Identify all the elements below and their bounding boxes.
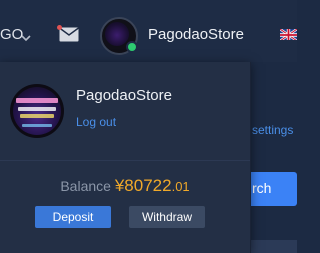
settings-link[interactable]: settings <box>252 123 293 137</box>
notification-dot <box>57 25 62 30</box>
search-button[interactable]: rch <box>246 172 297 206</box>
top-navbar: GO PagodaoStore <box>0 0 297 62</box>
chevron-down-icon[interactable] <box>21 29 31 47</box>
language-selector[interactable]: GO <box>0 26 23 43</box>
mail-icon[interactable] <box>57 25 79 47</box>
withdraw-button[interactable]: Withdraw <box>129 206 205 228</box>
balance-display: Balance ¥80722.01 <box>0 176 250 196</box>
balance-amount: 80722 <box>124 176 172 195</box>
uk-flag-icon[interactable] <box>280 28 297 40</box>
search-button-label: rch <box>252 180 272 196</box>
username-label[interactable]: PagodaoStore <box>148 26 244 43</box>
avatar-image <box>105 22 129 46</box>
logout-link[interactable]: Log out <box>76 115 116 129</box>
deposit-button[interactable]: Deposit <box>35 206 111 228</box>
currency-symbol: ¥ <box>114 176 125 195</box>
profile-name: PagodaoStore <box>76 87 172 104</box>
online-status-icon <box>126 41 138 53</box>
balance-label: Balance <box>60 178 111 194</box>
account-dropdown: PagodaoStore Log out Balance ¥80722.01 D… <box>0 62 251 253</box>
divider <box>0 160 250 161</box>
balance-cents: .01 <box>171 179 190 194</box>
profile-avatar <box>10 84 64 138</box>
